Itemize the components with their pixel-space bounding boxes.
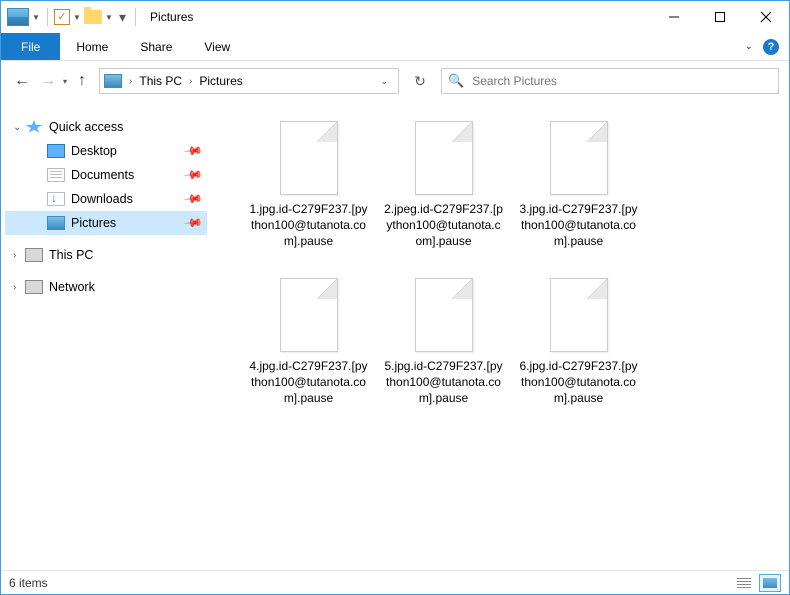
file-icon: [415, 278, 473, 352]
file-name: 6.jpg.id-C279F237.[python100@tutanota.co…: [519, 358, 639, 407]
pin-icon: 📌: [183, 165, 203, 185]
minimize-button[interactable]: [651, 2, 697, 32]
sidebar-item-documents[interactable]: Documents 📌: [5, 163, 207, 187]
chevron-right-icon[interactable]: ›: [13, 250, 25, 261]
desktop-icon: [47, 144, 65, 158]
file-name: 4.jpg.id-C279F237.[python100@tutanota.co…: [249, 358, 369, 407]
pictures-icon: [47, 216, 65, 230]
search-input[interactable]: [472, 74, 772, 88]
file-item[interactable]: 1.jpg.id-C279F237.[python100@tutanota.co…: [241, 121, 376, 250]
sidebar-item-quick-access[interactable]: ⌄ Quick access: [5, 115, 207, 139]
breadcrumb-pictures[interactable]: Pictures: [199, 74, 242, 88]
window-controls: [651, 2, 789, 32]
tab-share[interactable]: Share: [124, 33, 188, 60]
file-tab[interactable]: File: [1, 33, 60, 60]
pin-icon: 📌: [183, 189, 203, 209]
details-view-button[interactable]: [733, 574, 755, 592]
chevron-right-icon[interactable]: ›: [13, 282, 25, 293]
ribbon: File Home Share View ⌄ ?: [1, 33, 789, 61]
sidebar-item-downloads[interactable]: Downloads 📌: [5, 187, 207, 211]
navigation-pane: ⌄ Quick access Desktop 📌 Documents 📌 Dow…: [1, 101, 211, 572]
maximize-button[interactable]: [697, 2, 743, 32]
file-item[interactable]: 4.jpg.id-C279F237.[python100@tutanota.co…: [241, 278, 376, 407]
navigation-bar: ← → ▾ ↑ › This PC › Pictures ⌄ ↻ 🔍: [1, 61, 789, 101]
status-count: 6 items: [9, 576, 48, 590]
search-box[interactable]: 🔍: [441, 68, 779, 94]
new-folder-icon[interactable]: [84, 10, 102, 24]
tab-view[interactable]: View: [188, 33, 246, 60]
document-icon: [47, 168, 65, 182]
close-button[interactable]: [743, 2, 789, 32]
sidebar-item-this-pc[interactable]: › This PC: [5, 243, 207, 267]
file-name: 5.jpg.id-C279F237.[python100@tutanota.co…: [384, 358, 504, 407]
pin-icon: 📌: [183, 213, 203, 233]
file-item[interactable]: 6.jpg.id-C279F237.[python100@tutanota.co…: [511, 278, 646, 407]
sidebar-item-label: Pictures: [71, 216, 116, 230]
back-button[interactable]: ←: [11, 70, 33, 92]
properties-icon[interactable]: ✓: [54, 9, 70, 25]
chevron-right-icon[interactable]: ›: [126, 76, 135, 87]
history-dropdown-icon[interactable]: ▾: [63, 77, 67, 86]
thumbnails-view-button[interactable]: [759, 574, 781, 592]
status-bar: 6 items: [1, 570, 789, 594]
sidebar-item-label: Quick access: [49, 120, 123, 134]
star-icon: [25, 120, 43, 134]
file-icon: [280, 278, 338, 352]
forward-button[interactable]: →: [37, 70, 59, 92]
qa-dropdown-2-icon[interactable]: ▼: [104, 13, 114, 22]
sidebar-item-label: Network: [49, 280, 95, 294]
sidebar-item-label: Desktop: [71, 144, 117, 158]
search-icon: 🔍: [448, 73, 464, 89]
file-icon: [415, 121, 473, 195]
sidebar-item-label: This PC: [49, 248, 93, 262]
customize-qa-icon[interactable]: ▾: [116, 9, 129, 26]
app-menu-dropdown-icon[interactable]: ▼: [31, 13, 41, 22]
qa-dropdown-1-icon[interactable]: ▼: [72, 13, 82, 22]
up-button[interactable]: ↑: [71, 70, 93, 92]
file-pane[interactable]: 1.jpg.id-C279F237.[python100@tutanota.co…: [211, 101, 789, 572]
sidebar-item-pictures[interactable]: Pictures 📌: [5, 211, 207, 235]
file-icon: [550, 278, 608, 352]
tab-home[interactable]: Home: [60, 33, 124, 60]
breadcrumb-this-pc[interactable]: This PC: [139, 74, 182, 88]
file-name: 3.jpg.id-C279F237.[python100@tutanota.co…: [519, 201, 639, 250]
sidebar-item-label: Downloads: [71, 192, 133, 206]
app-icon: [7, 8, 29, 26]
refresh-button[interactable]: ↻: [405, 68, 435, 94]
address-dropdown-icon[interactable]: ⌄: [374, 76, 394, 87]
location-icon: [104, 74, 122, 88]
titlebar: ▼ ✓ ▼ ▼ ▾ Pictures: [1, 1, 789, 33]
downloads-icon: [47, 192, 65, 206]
file-name: 2.jpeg.id-C279F237.[python100@tutanota.c…: [384, 201, 504, 250]
ribbon-collapse-icon[interactable]: ⌄: [745, 41, 753, 52]
file-item[interactable]: 2.jpeg.id-C279F237.[python100@tutanota.c…: [376, 121, 511, 250]
chevron-down-icon[interactable]: ⌄: [13, 122, 25, 133]
file-icon: [280, 121, 338, 195]
pin-icon: 📌: [183, 141, 203, 161]
file-icon: [550, 121, 608, 195]
sidebar-item-label: Documents: [71, 168, 134, 182]
file-item[interactable]: 3.jpg.id-C279F237.[python100@tutanota.co…: [511, 121, 646, 250]
window-title: Pictures: [150, 10, 193, 24]
help-icon[interactable]: ?: [763, 39, 779, 55]
quick-access-toolbar: ▼ ✓ ▼ ▼ ▾ Pictures: [7, 8, 193, 26]
sidebar-item-network[interactable]: › Network: [5, 275, 207, 299]
address-bar[interactable]: › This PC › Pictures ⌄: [99, 68, 399, 94]
file-item[interactable]: 5.jpg.id-C279F237.[python100@tutanota.co…: [376, 278, 511, 407]
file-name: 1.jpg.id-C279F237.[python100@tutanota.co…: [249, 201, 369, 250]
chevron-right-icon[interactable]: ›: [186, 76, 195, 87]
sidebar-item-desktop[interactable]: Desktop 📌: [5, 139, 207, 163]
network-icon: [25, 280, 43, 294]
computer-icon: [25, 248, 43, 262]
